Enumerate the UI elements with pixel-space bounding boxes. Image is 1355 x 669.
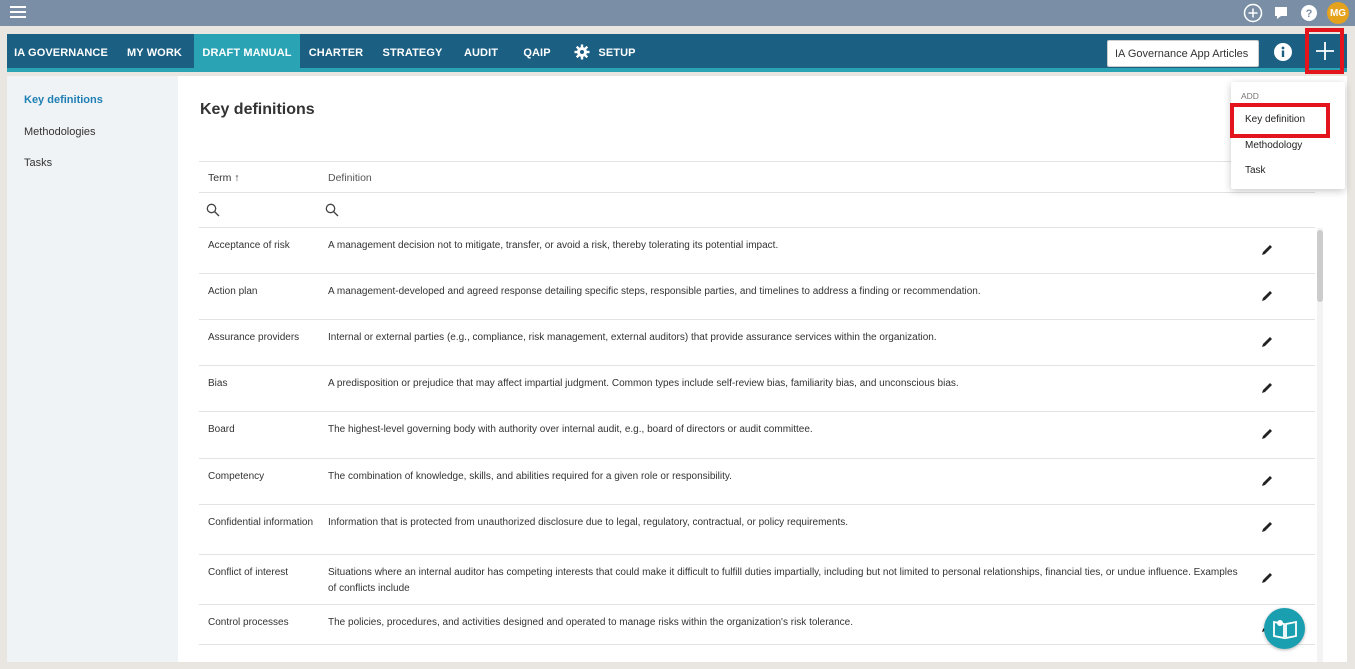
tab-setup-label: SETUP: [598, 47, 636, 59]
table-row[interactable]: Conflict of interest Situations where an…: [199, 555, 1315, 605]
page-title: Key definitions: [200, 101, 315, 118]
table-row[interactable]: Assurance providers Internal or external…: [199, 320, 1315, 366]
add-button[interactable]: [1305, 28, 1344, 74]
pencil-icon[interactable]: [1260, 335, 1274, 349]
term-cell: Board: [208, 424, 235, 435]
top-bar: ? MG: [0, 0, 1355, 26]
pencil-icon[interactable]: [1260, 474, 1274, 488]
definition-cell: Situations where an internal auditor has…: [328, 567, 1238, 594]
definition-cell: Information that is protected from unaut…: [328, 517, 849, 528]
term-cell: Conflict of interest: [208, 567, 289, 578]
pencil-icon[interactable]: [1260, 427, 1274, 441]
tab-qaip[interactable]: QAIP: [509, 34, 565, 72]
search-icon[interactable]: [206, 203, 220, 217]
top-icons: ? MG: [1243, 2, 1349, 24]
table-row[interactable]: Acceptance of risk A management decision…: [199, 228, 1315, 274]
term-cell: Bias: [208, 378, 228, 389]
table-row[interactable]: Confidential information Information tha…: [199, 505, 1315, 555]
add-menu: ADD Key definition Methodology Task: [1230, 82, 1345, 189]
pencil-icon[interactable]: [1260, 243, 1274, 257]
tab-my-work[interactable]: MY WORK: [115, 34, 194, 72]
search-icon[interactable]: [325, 203, 339, 217]
term-cell: Confidential information: [208, 517, 314, 528]
add-menu-header: ADD: [1241, 91, 1259, 101]
gear-icon: [574, 44, 590, 63]
tab-charter[interactable]: CHARTER: [300, 34, 372, 72]
tab-strategy[interactable]: STRATEGY: [372, 34, 453, 72]
sidebar-item-methodologies[interactable]: Methodologies: [24, 126, 96, 138]
search-input[interactable]: [1107, 40, 1259, 67]
term-cell: Assurance providers: [208, 332, 300, 343]
table-row[interactable]: Competency The combination of knowledge,…: [199, 459, 1315, 505]
term-cell: Control processes: [208, 617, 289, 628]
definitions-table: Term ↑ Definition Acceptance of risk A m…: [199, 161, 1324, 662]
definition-cell: The combination of knowledge, skills, an…: [328, 471, 732, 482]
help-icon[interactable]: ?: [1299, 3, 1319, 23]
pencil-icon[interactable]: [1260, 289, 1274, 303]
table-row[interactable]: Control processes The policies, procedur…: [199, 605, 1315, 645]
definition-cell: The highest-level governing body with au…: [328, 424, 813, 435]
book-help-button[interactable]: [1264, 608, 1305, 649]
table-row[interactable]: Action plan A management-developed and a…: [199, 274, 1315, 320]
plus-circle-icon[interactable]: [1243, 3, 1263, 23]
tab-ia-governance[interactable]: IA GOVERNANCE: [7, 34, 115, 72]
definition-cell: A management-developed and agreed respon…: [328, 286, 981, 297]
term-cell: Competency: [208, 471, 265, 482]
term-cell: Acceptance of risk: [208, 240, 290, 251]
highlight-box: [1230, 103, 1330, 138]
add-task-item[interactable]: Task: [1245, 165, 1266, 176]
table-row[interactable]: Bias A predisposition or prejudice that …: [199, 366, 1315, 412]
pencil-icon[interactable]: [1260, 520, 1274, 534]
table-scrollbar[interactable]: [1317, 228, 1323, 662]
pencil-icon[interactable]: [1260, 381, 1274, 395]
tab-audit[interactable]: AUDIT: [453, 34, 509, 72]
scroll-thumb[interactable]: [1317, 230, 1323, 302]
term-cell: Action plan: [208, 286, 258, 297]
hamburger-icon[interactable]: [10, 6, 26, 20]
table-row[interactable]: Board The highest-level governing body w…: [199, 412, 1315, 459]
sidebar: Key definitions Methodologies Tasks: [7, 76, 178, 662]
book-icon: [1272, 619, 1297, 639]
content-area: Key definitions Methodologies Tasks Key …: [7, 76, 1347, 662]
definition-cell: The policies, procedures, and activities…: [328, 617, 853, 628]
svg-text:?: ?: [1306, 8, 1313, 20]
add-methodology-item[interactable]: Methodology: [1245, 140, 1302, 151]
main-nav: IA GOVERNANCE MY WORK DRAFT MANUAL CHART…: [7, 28, 1347, 74]
definition-cell: A predisposition or prejudice that may a…: [328, 378, 959, 389]
tab-draft-manual[interactable]: DRAFT MANUAL: [194, 34, 300, 72]
column-header-term[interactable]: Term ↑: [208, 172, 240, 184]
definition-cell: Internal or external parties (e.g., comp…: [328, 332, 937, 343]
sidebar-item-key-definitions[interactable]: Key definitions: [24, 94, 103, 106]
column-header-definition[interactable]: Definition: [328, 172, 372, 184]
filter-row: [199, 193, 1315, 228]
sidebar-item-tasks[interactable]: Tasks: [24, 157, 52, 169]
avatar[interactable]: MG: [1327, 2, 1349, 24]
table-body: Acceptance of risk A management decision…: [199, 228, 1315, 645]
plus-icon: [1315, 42, 1334, 60]
pencil-icon[interactable]: [1260, 571, 1274, 585]
definition-cell: A management decision not to mitigate, t…: [328, 240, 779, 251]
info-icon[interactable]: [1273, 42, 1293, 62]
chat-icon[interactable]: [1271, 3, 1291, 23]
tab-setup[interactable]: SETUP: [569, 34, 641, 72]
